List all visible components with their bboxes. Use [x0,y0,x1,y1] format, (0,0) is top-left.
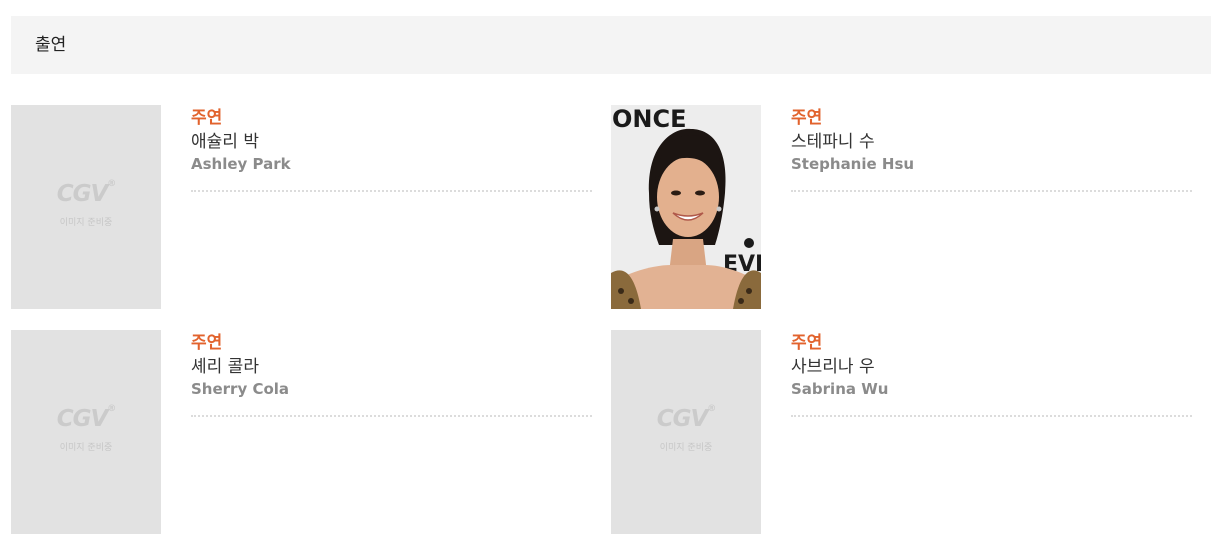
dotted-divider [191,190,592,192]
cast-info: 주연 애슐리 박 Ashley Park [191,105,592,192]
cast-card-sherry-cola[interactable]: CGV® 이미지 준비중 주연 셰리 콜라 Sherry Cola [11,330,592,534]
cgv-logo-icon: CGV® [56,179,117,207]
cast-name-english[interactable]: Sabrina Wu [791,379,1192,399]
cast-card-sabrina-wu[interactable]: CGV® 이미지 준비중 주연 사브리나 우 Sabrina Wu [611,330,1192,534]
actor-photo-placeholder[interactable]: CGV® 이미지 준비중 [11,330,161,534]
image-preparing-text: 이미지 준비중 [59,218,113,228]
image-preparing-text: 이미지 준비중 [59,443,113,453]
cast-role: 주연 [191,333,223,353]
cast-info: 주연 사브리나 우 Sabrina Wu [791,330,1192,417]
cast-card-ashley-park[interactable]: CGV® 이미지 준비중 주연 애슐리 박 Ashley Park [11,105,592,309]
cast-name-english[interactable]: Sherry Cola [191,379,592,399]
cast-name-korean[interactable]: 셰리 콜라 [191,355,592,379]
image-preparing-text: 이미지 준비중 [659,443,713,453]
cast-name-korean[interactable]: 애슐리 박 [191,130,592,154]
cast-name-korean[interactable]: 스테파니 수 [791,130,1192,154]
svg-text:ONCE: ONCE [612,105,687,133]
section-title: 출연 [35,35,67,55]
cast-role: 주연 [791,333,823,353]
dotted-divider [191,415,592,417]
dotted-divider [791,190,1192,192]
cgv-logo-icon: CGV® [656,404,717,432]
cast-name-korean[interactable]: 사브리나 우 [791,355,1192,379]
cast-name-english[interactable]: Stephanie Hsu [791,154,1192,174]
actor-photo-placeholder[interactable]: CGV® 이미지 준비중 [11,105,161,309]
cast-info: 주연 셰리 콜라 Sherry Cola [191,330,592,417]
cast-section-header: 출연 [11,16,1211,74]
cast-info: 주연 스테파니 수 Stephanie Hsu [791,105,1192,192]
cast-name-english[interactable]: Ashley Park [191,154,592,174]
actor-photo[interactable]: ONCE EVE [611,105,761,309]
dotted-divider [791,415,1192,417]
actor-photo-placeholder[interactable]: CGV® 이미지 준비중 [611,330,761,534]
cast-card-stephanie-hsu[interactable]: ONCE EVE [611,105,1192,309]
cast-role: 주연 [791,108,823,128]
stephanie-hsu-portrait-image: ONCE EVE [611,105,761,309]
cast-role: 주연 [191,108,223,128]
cgv-logo-icon: CGV® [56,404,117,432]
